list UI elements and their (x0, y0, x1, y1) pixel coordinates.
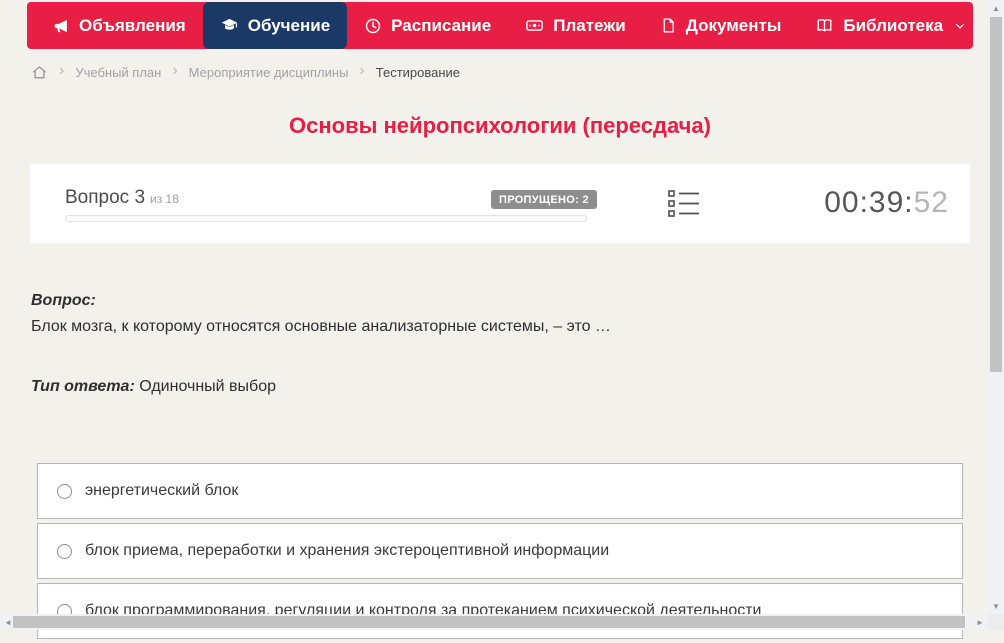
breadcrumb-separator: › (359, 62, 365, 79)
question-list-button[interactable] (668, 189, 700, 224)
nav-item-label: Документы (685, 15, 782, 35)
nav-item-training[interactable]: Обучение (202, 2, 348, 49)
nav-item-label: Обучение (247, 15, 331, 35)
scroll-down-icon[interactable]: ▼ (988, 598, 1004, 614)
home-icon[interactable] (31, 64, 48, 81)
answer-option-3[interactable]: блок программирования, регуляции и контр… (37, 583, 963, 639)
question-header-card: Вопрос 3 из 18 ПРОПУЩЕНО: 2 00:39:52 (30, 164, 970, 243)
answer-type-value: Одиночный выбор (139, 378, 276, 395)
graduation-cap-icon (220, 16, 239, 35)
chevron-down-icon (954, 20, 966, 32)
progress-bar (65, 215, 587, 222)
document-icon (660, 17, 677, 34)
nav-item-label: Объявления (79, 15, 186, 35)
radio-icon[interactable] (57, 543, 72, 559)
clock-icon (364, 17, 382, 35)
horizontal-scrollbar-thumb[interactable] (13, 616, 965, 628)
radio-icon[interactable] (57, 483, 72, 499)
nav-item-announcements[interactable]: Объявления (35, 2, 203, 49)
answer-type-label: Тип ответа: (31, 378, 135, 395)
answer-option-1[interactable]: энергетический блок (37, 463, 963, 519)
nav-item-documents[interactable]: Документы (643, 2, 799, 49)
timer-hours-minutes: 00:39: (824, 186, 914, 219)
answer-option-label: энергетический блок (85, 482, 239, 499)
answer-option-2[interactable]: блок приема, переработки и хранения экст… (37, 523, 963, 579)
question-of-total: из 18 (150, 192, 179, 206)
page-title: Основы нейропсихологии (пересдача) (289, 113, 711, 138)
question-text: Блок мозга, к которому относятся основны… (31, 318, 611, 335)
vertical-scrollbar-thumb[interactable] (990, 17, 1002, 372)
answer-option-label: блок приема, переработки и хранения экст… (85, 542, 610, 559)
question-list-icon (668, 190, 700, 223)
nav-item-label: Расписание (391, 15, 492, 35)
timer-seconds: 52 (913, 186, 949, 219)
breadcrumb-item-discipline-event[interactable]: Мероприятие дисциплины (189, 65, 349, 80)
question-number-label: Вопрос 3 (65, 187, 146, 208)
scroll-up-icon[interactable]: ▲ (988, 0, 1004, 16)
nav-item-label: Платежи (553, 15, 626, 35)
horizontal-scrollbar[interactable]: ◄ ► (0, 614, 988, 630)
nav-item-payments[interactable]: Платежи (508, 2, 643, 49)
skipped-badge: ПРОПУЩЕНО: 2 (491, 190, 597, 209)
breadcrumb-separator: › (59, 62, 65, 79)
megaphone-icon (52, 17, 70, 35)
breadcrumb-separator: › (172, 62, 178, 79)
book-icon (815, 16, 834, 35)
payment-icon (525, 16, 544, 35)
nav-item-schedule[interactable]: Расписание (347, 2, 508, 49)
scrollbar-corner (988, 614, 1004, 630)
scroll-right-icon[interactable]: ► (972, 614, 988, 630)
breadcrumb: › Учебный план › Мероприятие дисциплины … (31, 62, 460, 82)
answer-type-line: Тип ответа: Одиночный выбор (31, 378, 951, 396)
question-label: Вопрос: (31, 292, 96, 309)
vertical-scrollbar[interactable]: ▲ ▼ (988, 0, 1004, 614)
test-timer: 00:39:52 (824, 186, 949, 220)
breadcrumb-item-curriculum[interactable]: Учебный план (75, 65, 161, 80)
breadcrumb-item-testing: Тестирование (375, 64, 461, 80)
main-navbar: Объявления Обучение Расписание Платежи Д… (27, 2, 973, 49)
question-number: Вопрос 3 из 18 (65, 187, 179, 209)
nav-item-label: Библиотека (843, 15, 944, 35)
nav-item-library[interactable]: Библиотека (798, 2, 983, 49)
